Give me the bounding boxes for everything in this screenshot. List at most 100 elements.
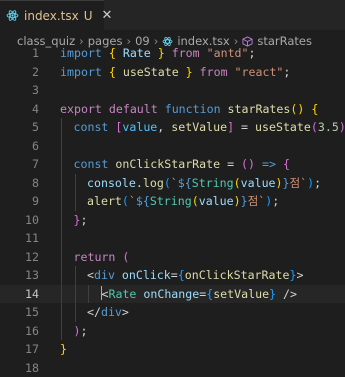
react-file-icon <box>6 9 19 22</box>
code-token: const <box>74 157 116 171</box>
indent-guide <box>75 192 76 211</box>
code-line[interactable]: 15 </div> <box>0 303 345 322</box>
code-line[interactable]: 3 <box>0 81 345 100</box>
code-token: from <box>165 46 207 60</box>
code-token: , <box>157 120 171 134</box>
tab-bar: index.tsx U ✕ <box>0 0 345 30</box>
line-number: 15 <box>0 303 39 322</box>
code-token: Rate <box>123 46 151 60</box>
modified-indicator: U <box>84 9 93 23</box>
code-token: 점` <box>248 194 266 208</box>
code-line[interactable]: 18 <box>0 359 345 377</box>
code-token: { <box>109 46 123 60</box>
code-line[interactable]: 13<div onClick={onClickStarRate}> <box>0 266 345 285</box>
code-token: () <box>241 157 255 171</box>
code-token: { <box>283 157 290 171</box>
code-text: export default function starRates() { <box>60 100 318 119</box>
code-line[interactable]: 17} <box>0 340 345 359</box>
code-text: console.log(`${String(value)}점`); <box>87 174 321 193</box>
line-number: 14 <box>0 285 39 304</box>
code-token: { <box>178 268 185 282</box>
code-line[interactable]: 7const onClickStarRate = () => { <box>0 155 345 174</box>
indent-guide <box>61 174 62 193</box>
code-token: div <box>94 268 122 282</box>
code-line[interactable]: 9alert(`${String(value)}점`); <box>0 192 345 211</box>
line-number: 13 <box>0 266 39 285</box>
code-line[interactable]: 2import { useState } from "react"; <box>0 63 345 82</box>
code-token: console <box>87 176 136 190</box>
code-token: ( <box>122 250 129 264</box>
code-line[interactable]: 11 <box>0 229 345 248</box>
code-token: value <box>122 120 157 134</box>
tab-index-tsx[interactable]: index.tsx U ✕ <box>0 0 104 30</box>
code-token: function <box>165 102 228 116</box>
code-token: Rate <box>108 287 143 301</box>
code-token: log <box>143 176 164 190</box>
code-token: "react" <box>235 65 284 79</box>
close-icon[interactable]: ✕ <box>102 8 113 23</box>
code-token: String <box>150 194 192 208</box>
code-line[interactable]: 10}; <box>0 211 345 230</box>
code-token: useState <box>123 65 179 79</box>
indent-guide <box>61 155 62 174</box>
code-token: onClickStarRate <box>185 268 290 282</box>
code-token: ( <box>311 120 318 134</box>
code-token: } <box>60 342 67 356</box>
indent-guide <box>61 248 62 267</box>
indent-guide <box>75 285 76 304</box>
code-token: return <box>74 250 123 264</box>
line-number: 3 <box>0 81 39 100</box>
indent-guide <box>61 192 62 211</box>
code-token: import <box>60 46 109 60</box>
code-token: starRates <box>228 102 291 116</box>
code-token: ; <box>249 46 256 60</box>
code-token: ( <box>122 194 129 208</box>
code-token: ${ <box>136 194 150 208</box>
code-line[interactable]: 12return ( <box>0 248 345 267</box>
line-number: 11 <box>0 229 39 248</box>
code-line[interactable]: 6 <box>0 137 345 156</box>
code-token: ; <box>80 213 87 227</box>
code-token: = <box>234 120 255 134</box>
line-number: 10 <box>0 211 39 230</box>
code-token: value <box>199 194 234 208</box>
code-line[interactable]: 8 console.log(`${String(value)}점`); <box>0 174 345 193</box>
code-token: /> <box>276 287 297 301</box>
code-line[interactable]: 5const [value, setValue] = useState(3.5)… <box>0 118 345 137</box>
line-number: 9 <box>0 192 39 211</box>
code-token: ${ <box>178 176 192 190</box>
indent-guide <box>61 118 62 137</box>
line-number: 8 <box>0 174 39 193</box>
code-token: ) <box>234 194 241 208</box>
line-number: 6 <box>0 137 39 156</box>
code-token: onClickStarRate <box>115 157 220 171</box>
code-token: div <box>101 305 122 319</box>
code-token: ` <box>171 176 178 190</box>
code-token: } <box>269 287 276 301</box>
indent-guide <box>61 303 62 322</box>
indent-guide <box>88 285 89 304</box>
code-token: ( <box>192 194 199 208</box>
code-token: import <box>60 65 109 79</box>
code-line[interactable]: 14<Rate onChange={setValue} /> <box>0 285 345 304</box>
line-number: 1 <box>0 44 39 63</box>
code-token: export <box>60 102 109 116</box>
code-line[interactable]: 1 import { Rate } from "antd"; <box>0 44 345 63</box>
code-token: < <box>87 268 94 282</box>
line-number: 5 <box>0 118 39 137</box>
code-token: } <box>151 46 165 60</box>
code-token: useState <box>255 120 311 134</box>
code-token: setValue <box>213 287 269 301</box>
line-number: 2 <box>0 63 39 82</box>
code-line[interactable]: 4export default function starRates() { <box>0 100 345 119</box>
code-token: const <box>74 120 116 134</box>
line-number: 17 <box>0 340 39 359</box>
code-token: ) <box>276 176 283 190</box>
code-token: > <box>122 305 129 319</box>
code-text: import { Rate } from "antd"; <box>60 44 256 63</box>
code-editor[interactable]: 1 import { Rate } from "antd"; 2 import { u… <box>0 44 345 377</box>
code-token: 점` <box>290 176 308 190</box>
line-number: 7 <box>0 155 39 174</box>
code-text: </div> <box>87 303 129 322</box>
indent-guide <box>61 266 62 285</box>
